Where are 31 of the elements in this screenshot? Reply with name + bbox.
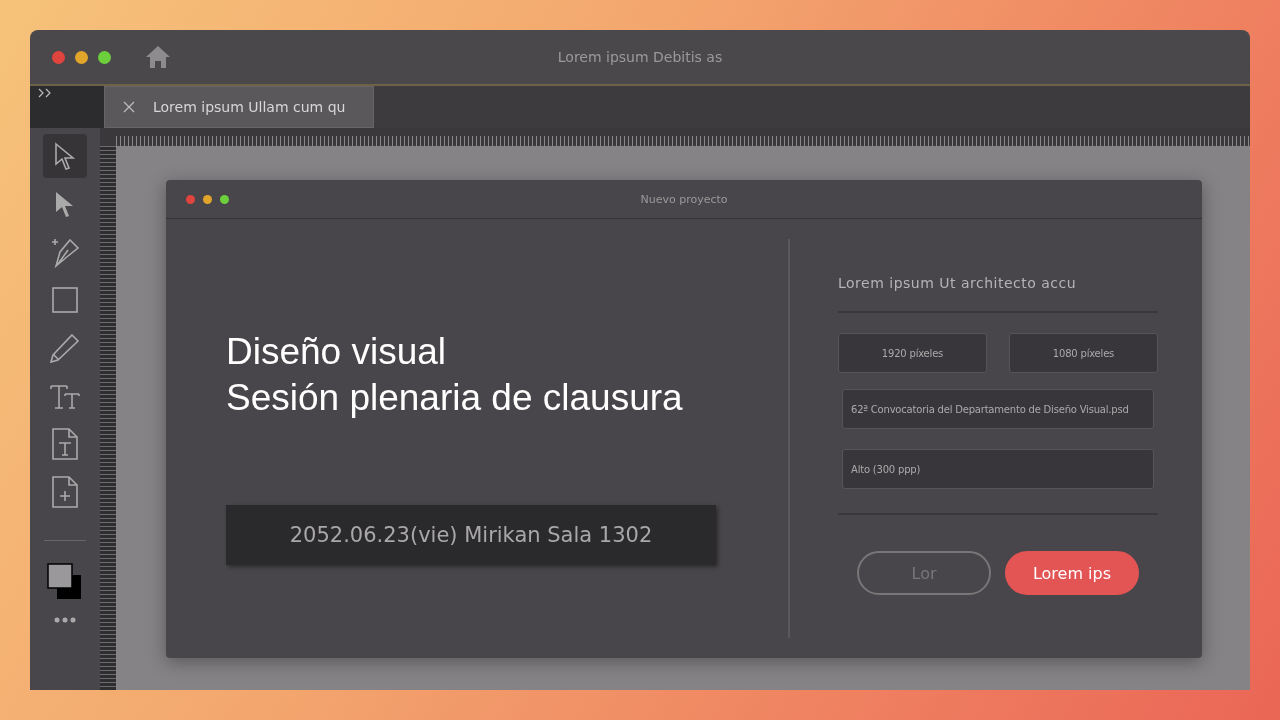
section-title: Lorem ipsum Ut architecto accu bbox=[838, 275, 1078, 291]
arrow-pointer-icon bbox=[53, 142, 77, 170]
minimize-button[interactable] bbox=[203, 194, 212, 204]
close-button[interactable] bbox=[186, 194, 195, 204]
close-icon[interactable] bbox=[123, 101, 135, 113]
close-button[interactable] bbox=[52, 50, 65, 64]
confirm-button[interactable]: Lorem ips bbox=[1005, 551, 1139, 595]
width-field[interactable]: 1920 píxeles bbox=[838, 333, 987, 373]
window-title: Lorem ipsum Debitis as bbox=[557, 49, 723, 65]
resolution-field[interactable]: Alto (300 ppp) bbox=[842, 449, 1154, 489]
pencil-icon bbox=[50, 333, 80, 363]
tab-label: Lorem ipsum Ullam cum qu bbox=[153, 99, 346, 115]
headline: Sesión plenaria de clausura bbox=[226, 376, 684, 420]
more-icon[interactable] bbox=[54, 617, 76, 623]
square-icon bbox=[52, 287, 78, 313]
headline: Diseño visual bbox=[226, 330, 448, 374]
file-name-field[interactable]: 62ª Convocatoria del Departamento de Diseño Visual.psd bbox=[842, 389, 1154, 429]
maximize-button[interactable] bbox=[220, 194, 229, 204]
tool-button[interactable] bbox=[43, 134, 87, 178]
dialog-title: Nuevo proyecto bbox=[640, 192, 728, 206]
type-icon bbox=[50, 383, 80, 409]
color-swatch-icon[interactable] bbox=[47, 563, 83, 601]
minimize-button[interactable] bbox=[75, 50, 88, 64]
height-field[interactable]: 1080 píxeles bbox=[1009, 333, 1158, 373]
text-document-icon bbox=[52, 428, 78, 460]
pen-nib-icon bbox=[50, 236, 80, 268]
add-document-icon bbox=[52, 476, 78, 508]
home-icon[interactable] bbox=[145, 45, 171, 69]
document-tab[interactable]: Lorem ipsum Ullam cum qu bbox=[104, 86, 375, 128]
maximize-button[interactable] bbox=[98, 50, 111, 64]
event-info-banner: 2052.06.23(vie) Mirikan Sala 1302 bbox=[226, 505, 716, 565]
